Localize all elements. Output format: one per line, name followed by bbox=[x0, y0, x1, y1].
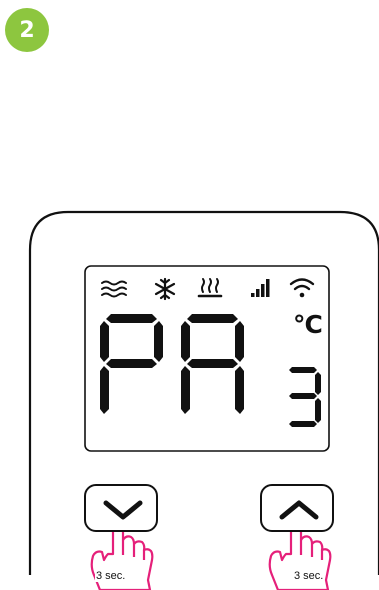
temperature-unit: °C bbox=[293, 310, 323, 339]
hold-duration-left: 3 sec. bbox=[95, 570, 127, 582]
hold-duration-right: 3 sec. bbox=[293, 570, 325, 582]
down-button[interactable] bbox=[84, 484, 158, 532]
chevron-down-icon bbox=[103, 500, 143, 520]
instruction-figure: 2 °C 3 sec. 3 sec. bbox=[0, 0, 379, 590]
chevron-up-icon bbox=[279, 500, 319, 520]
up-button[interactable] bbox=[260, 484, 334, 532]
